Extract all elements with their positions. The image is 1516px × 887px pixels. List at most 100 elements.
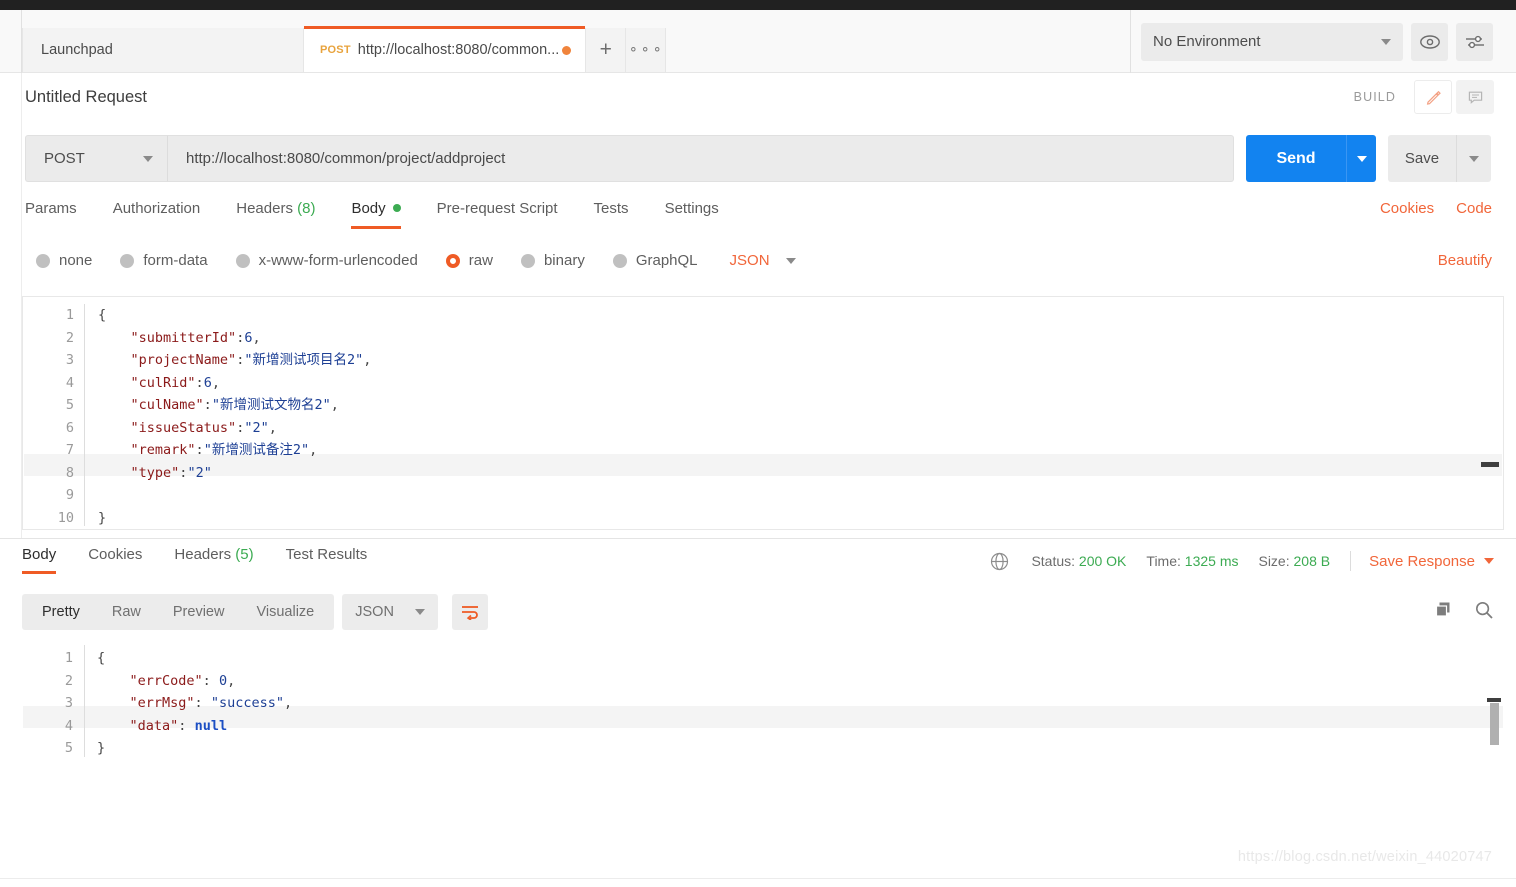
send-button[interactable]: Send: [1246, 135, 1346, 182]
line-number: 2: [65, 329, 74, 346]
environment-selector[interactable]: No Environment: [1141, 22, 1403, 61]
chevron-down-icon: [1381, 38, 1391, 45]
line-number: 2: [64, 672, 73, 689]
body-type-graphql[interactable]: GraphQL: [612, 252, 698, 269]
request-tab-tests[interactable]: Tests: [576, 200, 647, 229]
word-wrap-icon: [462, 606, 479, 620]
code-token: :: [195, 374, 204, 391]
time-label: Time:: [1146, 553, 1181, 569]
response-body-editor[interactable]: 1 2 3 4 5 { "errCode": 0, "errMsg": "success…: [22, 640, 1504, 870]
code-token: {: [98, 307, 107, 323]
tab-request-active[interactable]: POST http://localhost:8080/common...: [304, 26, 587, 72]
response-view-mode-group: Pretty Raw Preview Visualize: [22, 594, 335, 630]
beautify-link[interactable]: Beautify: [1438, 252, 1492, 269]
chevron-down-icon: [785, 257, 796, 264]
request-tab-settings[interactable]: Settings: [647, 200, 737, 229]
code-token: :: [202, 672, 219, 689]
body-type-none[interactable]: none: [36, 252, 92, 269]
save-options-button[interactable]: [1456, 135, 1491, 182]
tab-label: Params: [25, 200, 77, 217]
body-type-x-www-form-urlencoded[interactable]: x-www-form-urlencoded: [235, 252, 418, 269]
search-button[interactable]: [1474, 600, 1494, 625]
code-token: "errMsg": [129, 695, 195, 711]
body-type-form-data[interactable]: form-data: [120, 252, 208, 269]
body-type-label: raw: [468, 252, 493, 269]
copy-button[interactable]: [1434, 600, 1454, 625]
code-token: "errCode": [129, 672, 203, 689]
edit-request-button[interactable]: [1414, 80, 1452, 114]
request-tab-authorization[interactable]: Authorization: [95, 200, 219, 229]
line-number: 5: [64, 740, 73, 756]
code-link[interactable]: Code: [1456, 200, 1492, 217]
request-gutter-divider: [84, 304, 85, 526]
response-tab-test-results[interactable]: Test Results: [270, 546, 384, 574]
size-value: 208 B: [1293, 553, 1331, 569]
radio-unselected-icon: [520, 253, 535, 268]
http-method-select[interactable]: POST: [25, 135, 167, 182]
url-input[interactable]: http://localhost:8080/common/project/add…: [167, 135, 1234, 182]
view-mode-pretty[interactable]: Pretty: [26, 594, 96, 630]
request-tab-params[interactable]: Params: [25, 200, 95, 229]
tabbar-left-divider: [21, 10, 22, 73]
postman-app: Launchpad POST http://localhost:8080/com…: [0, 0, 1516, 887]
tab-options-button[interactable]: ⚬⚬⚬: [626, 28, 667, 72]
code-token: ,: [252, 329, 261, 346]
view-mode-visualize[interactable]: Visualize: [240, 594, 330, 630]
tab-label: Body: [351, 200, 386, 217]
comments-button[interactable]: [1456, 80, 1494, 114]
environment-quick-look-button[interactable]: [1411, 22, 1448, 61]
code-line: "issueStatus":"2",: [98, 417, 1495, 440]
code-token: "2": [187, 464, 212, 481]
response-meta: Status: 200 OK Time: 1325 ms Size: 208 B…: [990, 546, 1494, 576]
code-line: "culRid":6,: [98, 372, 1495, 395]
code-token: "type": [130, 464, 180, 481]
code-line: "culName":"新增测试文物名2",: [98, 394, 1495, 417]
body-type-binary[interactable]: binary: [520, 252, 585, 269]
code-line: "type":"2": [98, 462, 1495, 485]
request-tab-body[interactable]: Body: [333, 200, 418, 229]
tab-count-badge: (5): [231, 546, 254, 563]
response-tab-body[interactable]: Body: [16, 546, 72, 574]
size-item: Size: 208 B: [1258, 553, 1330, 569]
code-line: "projectName":"新增测试项目名2",: [98, 349, 1495, 372]
new-tab-button[interactable]: +: [586, 28, 627, 72]
word-wrap-button[interactable]: [452, 594, 489, 630]
code-token: null: [194, 717, 228, 734]
response-divider: [0, 538, 1516, 539]
environment-settings-button[interactable]: [1456, 22, 1493, 61]
response-tab-cookies[interactable]: Cookies: [72, 546, 158, 574]
response-line-numbers: 1 2 3 4 5: [22, 647, 84, 760]
request-body-editor[interactable]: 1 2 3 4 5 6 7 8 9 10 { "submitterId":6, "projectN…: [22, 296, 1504, 530]
code-line: {: [98, 304, 1495, 327]
response-tab-headers[interactable]: Headers (5): [158, 546, 269, 574]
size-label: Size:: [1258, 553, 1290, 569]
response-vertical-scrollbar[interactable]: [1490, 703, 1499, 745]
request-tab-headers[interactable]: Headers (8): [218, 200, 333, 229]
status-label: Status:: [1031, 553, 1076, 569]
globe-icon: [990, 552, 1009, 571]
raw-format-select[interactable]: JSON: [730, 252, 796, 269]
code-token: 6: [203, 374, 212, 391]
view-mode-raw[interactable]: Raw: [96, 594, 157, 630]
tab-launchpad[interactable]: Launchpad: [22, 28, 304, 72]
http-method-label: POST: [44, 150, 85, 167]
tab-label: Authorization: [112, 200, 201, 217]
request-tab-pre-request-script[interactable]: Pre-request Script: [419, 200, 576, 229]
view-mode-preview[interactable]: Preview: [157, 594, 241, 630]
build-label: BUILD: [1353, 90, 1396, 104]
body-type-raw[interactable]: raw: [445, 252, 493, 269]
save-response-button[interactable]: Save Response: [1369, 553, 1494, 570]
horizontal-scrollbar[interactable]: [1481, 462, 1499, 467]
code-token: 0: [218, 672, 228, 689]
cookies-link[interactable]: Cookies: [1380, 200, 1434, 217]
response-format-select[interactable]: JSON: [342, 594, 439, 630]
chevron-down-icon: [1484, 558, 1494, 564]
send-options-button[interactable]: [1346, 135, 1376, 182]
body-type-label: x-www-form-urlencoded: [258, 252, 418, 269]
tab-label: Settings: [664, 200, 719, 217]
save-button[interactable]: Save: [1388, 135, 1456, 182]
